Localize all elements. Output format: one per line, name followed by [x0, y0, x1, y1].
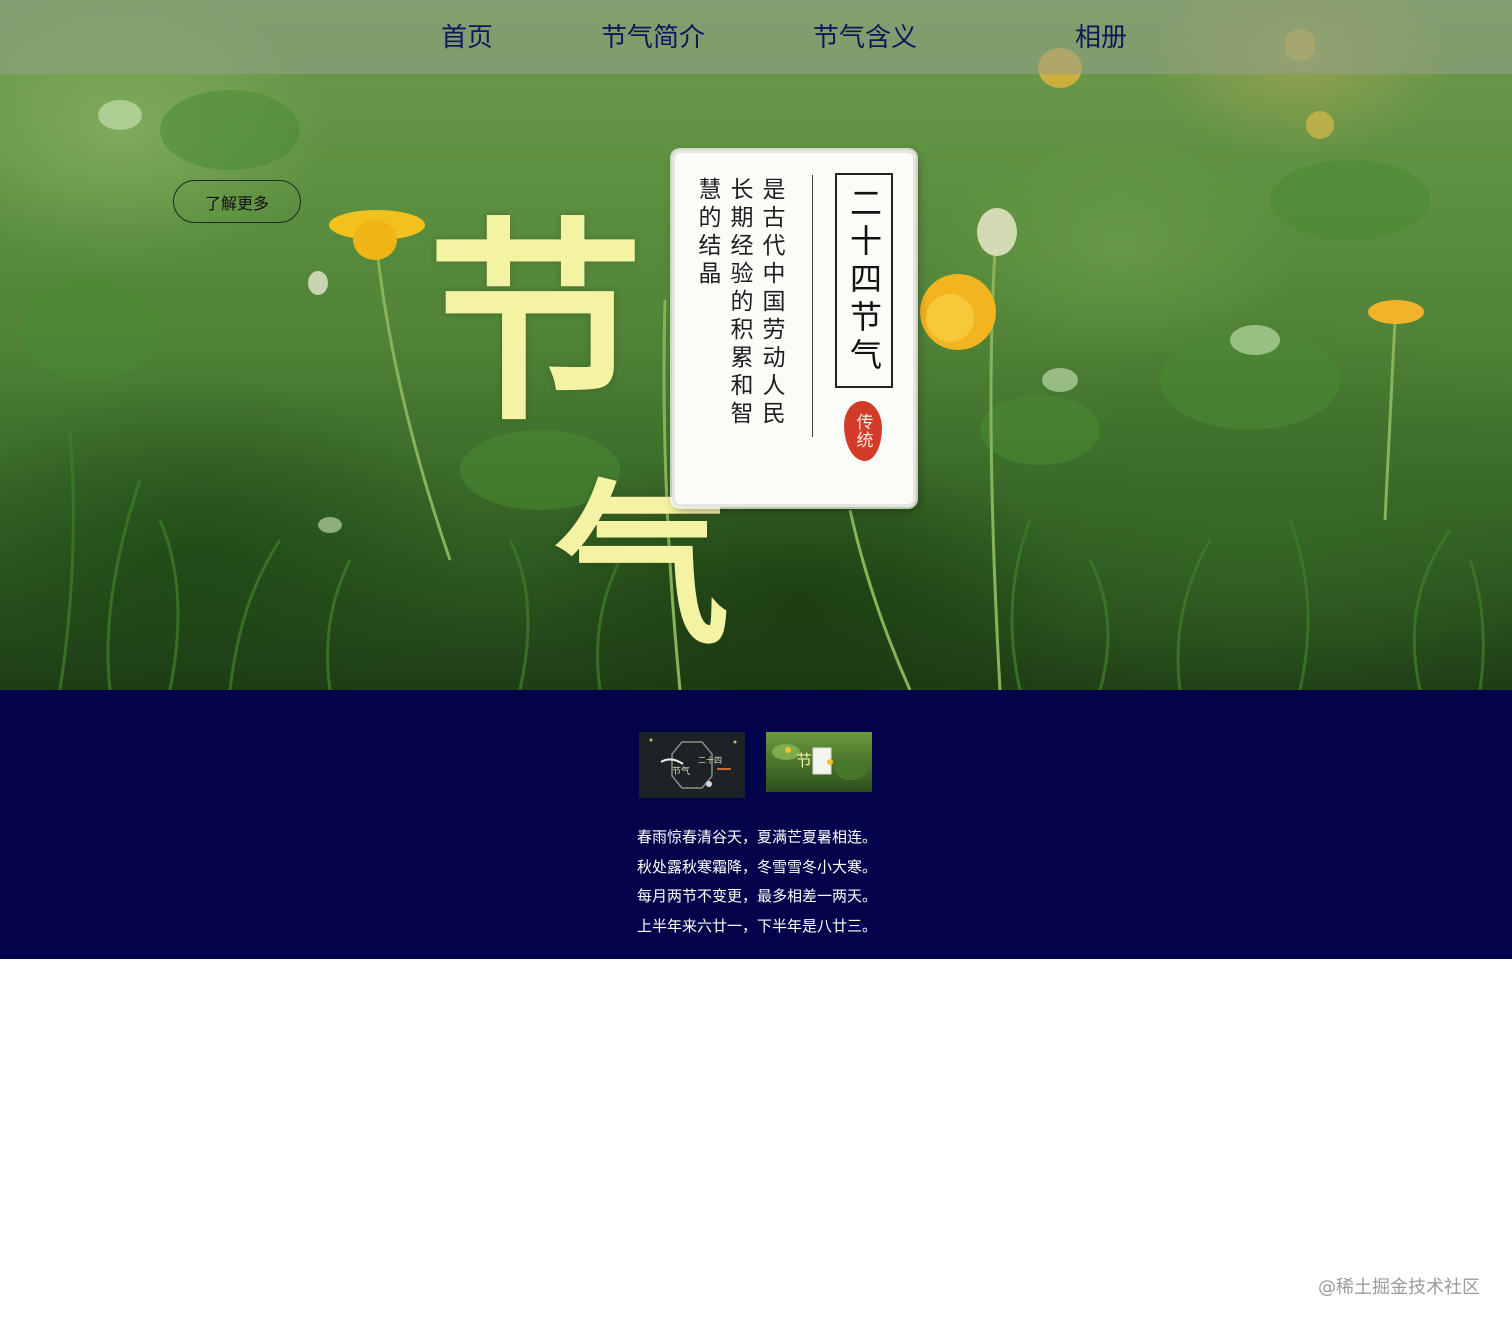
poem-line-1: 春雨惊春清谷天，夏满芒夏暑相连。 — [637, 828, 878, 846]
thumb1-sub: 节气 — [672, 765, 690, 777]
hero-banner: 首页 节气简介 节气含义 相册 了解更多 节 气 二十四节气 是古代中国劳动人民… — [0, 0, 1512, 690]
red-seal-stamp: 传统 — [844, 401, 882, 461]
thumbnail-dark[interactable]: 二十四 节气 — [639, 732, 745, 798]
card-title: 二十四节气 — [845, 185, 883, 376]
top-navbar: 首页 节气简介 节气含义 相册 — [0, 0, 1512, 74]
poem-line-2: 秋处露秋寒霜降，冬雪雪冬小大寒。 — [637, 857, 878, 876]
card-title-box: 二十四节气 — [835, 173, 893, 388]
card-text-column-2: 长期经验的积累和智 — [726, 177, 752, 429]
nav-intro[interactable]: 节气简介 — [601, 20, 705, 56]
solar-terms-poem: 春雨惊春清谷天，夏满芒夏暑相连。 秋处露秋寒霜降，冬雪雪冬小大寒。 每月两节不变… — [637, 823, 897, 942]
nav-album[interactable]: 相册 — [1075, 20, 1127, 56]
learn-more-button[interactable]: 了解更多 — [173, 180, 301, 223]
card-divider — [812, 175, 813, 437]
seal-text: 传统 — [852, 413, 873, 449]
hero-char-jie: 节 — [428, 197, 643, 450]
thumbnail-green[interactable]: 节 — [766, 732, 872, 792]
card-text-column-1: 是古代中国劳动人民 — [758, 177, 784, 429]
intro-card: 二十四节气 是古代中国劳动人民 长期经验的积累和智 慧的结晶 传统 — [672, 150, 916, 507]
thumbnail-green-image: 节 — [766, 732, 872, 792]
nav-meaning[interactable]: 节气含义 — [813, 20, 917, 56]
poem-line-3: 每月两节不变更，最多相差一两天。 — [637, 887, 878, 906]
nav-home[interactable]: 首页 — [441, 20, 493, 56]
poem-line-4: 上半年来六廿一，下半年是八廿三。 — [637, 917, 878, 936]
thumb2-caption: 节 — [796, 751, 812, 770]
watermark: @稀土掘金技术社区 — [1318, 1277, 1480, 1298]
thumbnail-dark-image: 二十四 节气 — [639, 732, 745, 798]
card-text-column-3: 慧的结晶 — [694, 177, 720, 289]
thumb1-caption: 二十四 — [698, 755, 722, 765]
